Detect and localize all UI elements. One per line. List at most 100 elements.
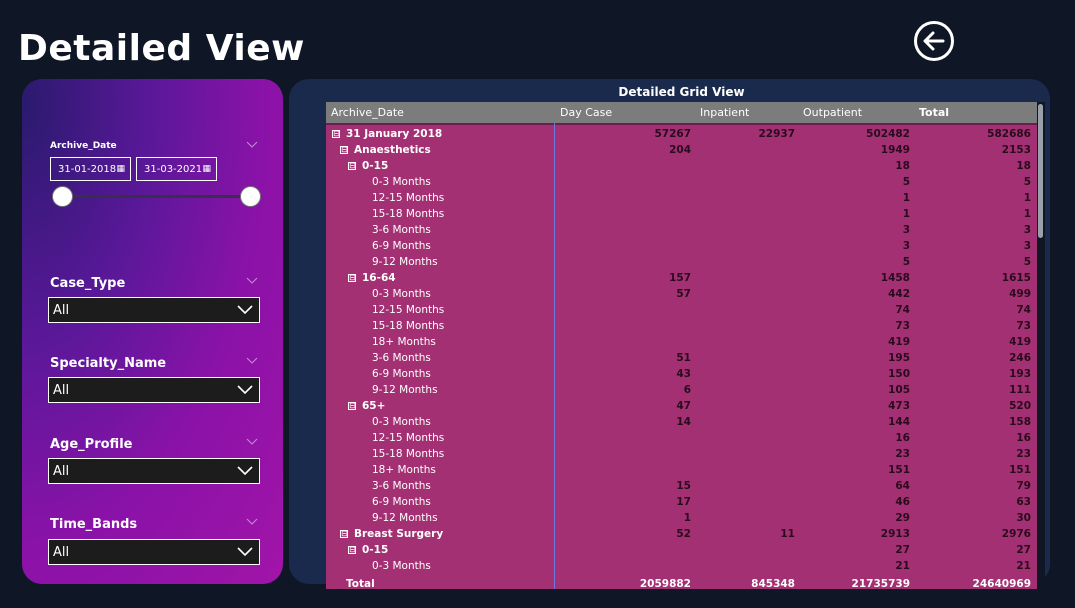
cell-value: 2153: [1001, 144, 1031, 156]
column-header-day-case[interactable]: Day Case: [560, 102, 612, 123]
cell-value: 105: [888, 384, 910, 396]
column-header-archive-date[interactable]: Archive_Date: [331, 102, 404, 123]
table-row[interactable]: 9-12 Months 6 105 111: [326, 382, 1037, 398]
table-row[interactable]: 0-3 Months 57 442 499: [326, 286, 1037, 302]
table-row[interactable]: ⊟ 0-15 27 27: [326, 542, 1037, 558]
collapse-toggle-icon[interactable]: ⊟: [348, 162, 356, 170]
chevron-down-icon: [237, 385, 253, 395]
total-label: Total: [346, 578, 375, 589]
table-row[interactable]: 9-12 Months 1 29 30: [326, 510, 1037, 526]
start-date-input[interactable]: 31-01-2018 ▦: [50, 157, 131, 181]
date-slider-end-handle[interactable]: [239, 186, 261, 207]
end-date-input[interactable]: 31-03-2021 ▦: [136, 157, 217, 181]
chevron-down-icon[interactable]: [246, 277, 258, 285]
cell-value: 15: [676, 480, 691, 492]
table-row[interactable]: 12-15 Months 74 74: [326, 302, 1037, 318]
cell-value: 419: [888, 336, 910, 348]
age-profile-dropdown[interactable]: All: [48, 458, 260, 484]
table-row[interactable]: 18+ Months 151 151: [326, 462, 1037, 478]
chevron-down-icon[interactable]: [246, 518, 258, 526]
calendar-icon[interactable]: ▦: [202, 164, 211, 174]
case-type-label: Case_Type: [50, 276, 126, 291]
date-slider-track[interactable]: [62, 195, 250, 198]
table-row[interactable]: ⊟ 0-15 18 18: [326, 158, 1037, 174]
cell-value: 18: [1016, 160, 1031, 172]
cell-value: 520: [1009, 400, 1031, 412]
cell-value: 193: [1009, 368, 1031, 380]
table-row[interactable]: 3-6 Months 15 64 79: [326, 478, 1037, 494]
table-row[interactable]: ⊟ Breast Surgery 52 11 2913 2976: [326, 526, 1037, 542]
grid-header: Archive_Date Day Case Inpatient Outpatie…: [326, 102, 1037, 123]
table-row[interactable]: 0-3 Months 5 5: [326, 174, 1037, 190]
case-type-dropdown[interactable]: All: [48, 297, 260, 323]
table-row[interactable]: 9-12 Months 5 5: [326, 254, 1037, 270]
table-row[interactable]: ⊟ 65+ 47 473 520: [326, 398, 1037, 414]
total-value: 21735739: [851, 578, 910, 589]
row-label: 15-18 Months: [372, 448, 445, 460]
date-slider-start-handle[interactable]: [51, 186, 73, 207]
table-row[interactable]: 15-18 Months 1 1: [326, 206, 1037, 222]
cell-value: 111: [1009, 384, 1031, 396]
row-label: Anaesthetics: [354, 144, 431, 156]
cell-value: 1: [1023, 192, 1031, 204]
cell-value: 502482: [866, 128, 910, 140]
table-row[interactable]: 6-9 Months 17 46 63: [326, 494, 1037, 510]
row-label: Breast Surgery: [354, 528, 444, 540]
table-row[interactable]: 6-9 Months 43 150 193: [326, 366, 1037, 382]
cell-value: 3: [902, 224, 910, 236]
row-label: 0-15: [362, 160, 389, 172]
filter-panel: Archive_Date 31-01-2018 ▦ 31-03-2021 ▦ C…: [22, 79, 283, 584]
table-row[interactable]: 0-3 Months 14 144 158: [326, 414, 1037, 430]
total-value: 845348: [751, 578, 795, 589]
back-button[interactable]: [914, 21, 954, 61]
chevron-down-icon[interactable]: [246, 357, 258, 365]
column-header-inpatient[interactable]: Inpatient: [700, 102, 749, 123]
row-label: 31 January 2018: [346, 128, 443, 140]
back-arrow-icon: [923, 31, 945, 51]
table-row[interactable]: ⊟ Anaesthetics 204 1949 2153: [326, 142, 1037, 158]
end-date-value: 31-03-2021: [144, 163, 203, 175]
total-value: 24640969: [972, 578, 1031, 589]
column-header-total[interactable]: Total: [919, 102, 949, 123]
table-row[interactable]: 3-6 Months 51 195 246: [326, 350, 1037, 366]
row-label: 16-64: [362, 272, 396, 284]
cell-value: 150: [888, 368, 910, 380]
row-label: 0-3 Months: [372, 176, 431, 188]
specialty-name-value: All: [53, 382, 70, 398]
row-label: 0-3 Months: [372, 416, 431, 428]
table-row[interactable]: 18+ Months 419 419: [326, 334, 1037, 350]
collapse-toggle-icon[interactable]: ⊟: [340, 530, 348, 538]
chevron-down-icon[interactable]: [246, 141, 258, 149]
collapse-toggle-icon[interactable]: ⊟: [348, 274, 356, 282]
grid-scrollbar-thumb[interactable]: [1038, 104, 1043, 238]
calendar-icon[interactable]: ▦: [116, 164, 125, 174]
detailed-grid[interactable]: Archive_Date Day Case Inpatient Outpatie…: [326, 102, 1037, 589]
table-row[interactable]: 12-15 Months 1 1: [326, 190, 1037, 206]
cell-value: 5: [902, 176, 910, 188]
chevron-down-icon[interactable]: [246, 438, 258, 446]
collapse-toggle-icon[interactable]: ⊟: [340, 146, 348, 154]
cell-value: 3: [1023, 240, 1031, 252]
chevron-down-icon: [237, 466, 253, 476]
cell-value: 151: [888, 464, 910, 476]
specialty-name-dropdown[interactable]: All: [48, 377, 260, 403]
table-row[interactable]: 12-15 Months 16 16: [326, 430, 1037, 446]
cell-value: 442: [888, 288, 910, 300]
table-row[interactable]: 15-18 Months 73 73: [326, 318, 1037, 334]
cell-value: 22937: [758, 128, 795, 140]
time-bands-dropdown[interactable]: All: [48, 539, 260, 565]
row-label: 12-15 Months: [372, 304, 445, 316]
table-row[interactable]: ⊟ 31 January 2018 57267 22937 502482 582686: [326, 126, 1037, 142]
collapse-toggle-icon[interactable]: ⊟: [332, 130, 340, 138]
table-row[interactable]: 3-6 Months 3 3: [326, 222, 1037, 238]
cell-value: 74: [895, 304, 910, 316]
collapse-toggle-icon[interactable]: ⊟: [348, 402, 356, 410]
table-row[interactable]: ⊟ 16-64 157 1458 1615: [326, 270, 1037, 286]
table-row[interactable]: 0-3 Months 21 21: [326, 558, 1037, 574]
table-row[interactable]: 6-9 Months 3 3: [326, 238, 1037, 254]
table-row[interactable]: 15-18 Months 23 23: [326, 446, 1037, 462]
cell-value: 1: [902, 208, 910, 220]
collapse-toggle-icon[interactable]: ⊟: [348, 546, 356, 554]
row-label: 9-12 Months: [372, 512, 438, 524]
column-header-outpatient[interactable]: Outpatient: [803, 102, 862, 123]
